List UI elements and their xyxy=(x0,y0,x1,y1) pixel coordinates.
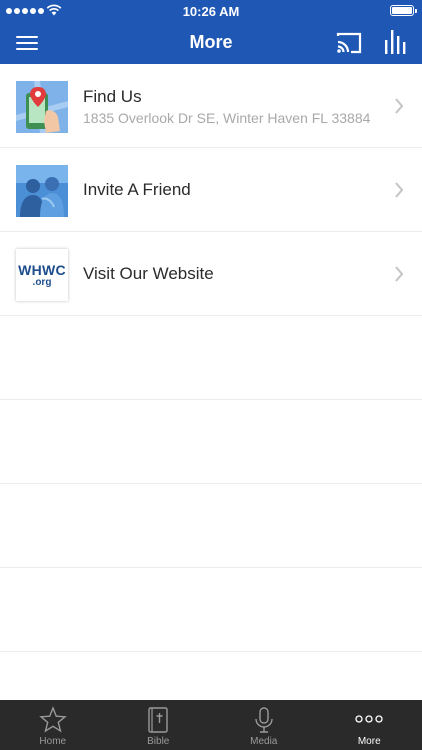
empty-row xyxy=(0,568,422,652)
invite-friend-thumbnail xyxy=(16,165,68,217)
bible-icon xyxy=(148,707,168,733)
empty-row xyxy=(0,400,422,484)
list-item-visit-website[interactable]: WHWC .org Visit Our Website xyxy=(0,232,422,316)
map-pin-icon xyxy=(16,81,68,133)
status-time: 10:26 AM xyxy=(182,4,240,19)
visit-website-title: Visit Our Website xyxy=(83,264,214,283)
nav-bar: More xyxy=(0,22,422,64)
find-us-thumbnail xyxy=(16,81,68,133)
tab-more-label: More xyxy=(357,736,381,747)
chevron-right-icon xyxy=(395,98,404,114)
whwc-logo: WHWC .org xyxy=(16,249,68,301)
empty-row xyxy=(0,316,422,400)
invite-friend-title: Invite A Friend xyxy=(83,180,191,199)
more-list: Find Us 1835 Overlook Dr SE, Winter Have… xyxy=(0,64,422,652)
tab-home[interactable]: Home xyxy=(0,700,106,750)
empty-row xyxy=(0,484,422,568)
tab-bible[interactable]: Bible xyxy=(106,700,212,750)
tab-home-label: Home xyxy=(39,736,67,747)
status-bar: 10:26 AM xyxy=(0,0,422,22)
chevron-right-icon xyxy=(395,266,404,282)
stats-bars-icon[interactable] xyxy=(380,28,410,56)
tab-bible-label: Bible xyxy=(147,736,170,747)
microphone-icon xyxy=(255,707,273,733)
tab-more[interactable]: More xyxy=(317,700,422,750)
more-dots-icon xyxy=(355,715,383,723)
battery-icon xyxy=(390,5,417,16)
people-photo-icon xyxy=(16,165,68,217)
tab-bar: Home Bible Media More xyxy=(0,700,422,750)
cast-icon[interactable] xyxy=(334,30,364,56)
tab-media-label: Media xyxy=(250,736,278,747)
find-us-address: 1835 Overlook Dr SE, Winter Haven FL 338… xyxy=(83,109,371,126)
star-icon xyxy=(38,706,67,733)
tab-media[interactable]: Media xyxy=(211,700,317,750)
list-item-find-us[interactable]: Find Us 1835 Overlook Dr SE, Winter Have… xyxy=(0,64,422,148)
list-item-invite-friend[interactable]: Invite A Friend xyxy=(0,148,422,232)
chevron-right-icon xyxy=(395,182,404,198)
app-header: 10:26 AM More xyxy=(0,0,422,64)
find-us-title: Find Us xyxy=(83,86,142,106)
